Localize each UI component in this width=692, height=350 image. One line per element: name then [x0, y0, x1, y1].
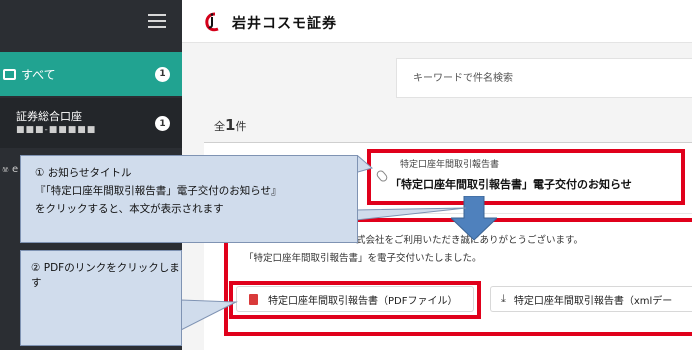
highlight-title	[367, 149, 685, 205]
arrow-down-icon	[451, 196, 497, 240]
inbox-icon	[3, 68, 16, 80]
search-input[interactable]	[396, 58, 692, 98]
sidebar-item-all[interactable]: すべて 1	[0, 52, 182, 96]
callout-text: をクリックすると、本文が表示されます	[35, 203, 224, 215]
brand-name: 岩井コスモ証券	[232, 16, 337, 32]
count-badge: 1	[155, 66, 170, 82]
callout-step1: ① お知らせタイトル 『「特定口座年間取引報告書」電子交付のお知らせ』 をクリッ…	[20, 155, 358, 243]
callout-text: ① お知らせタイトル	[35, 167, 132, 179]
sidebar-item-account[interactable]: 証券総合口座 ■■■-■■■■■ 1	[0, 98, 182, 148]
sidebar-item-label: すべて	[21, 67, 56, 82]
sidebar-item-label: 証券総合口座	[16, 110, 82, 123]
callout-text: ② PDFのリンクをクリックします	[31, 262, 180, 289]
highlight-pdf	[229, 281, 481, 319]
count-value: 1	[225, 116, 236, 134]
count-prefix: 全	[214, 120, 225, 133]
callout-step2: ② PDFのリンクをクリックします	[20, 250, 182, 346]
brand-logo-icon	[205, 12, 219, 32]
menu-icon[interactable]	[148, 12, 168, 30]
sidebar-link[interactable]: ෂ e	[2, 164, 18, 175]
count-suffix: 件	[235, 120, 247, 133]
header: 岩井コスモ証券	[182, 0, 692, 43]
callout-text: 『「特定口座年間取引報告書」電子交付のお知らせ』	[35, 185, 282, 197]
count-badge: 1	[155, 116, 170, 131]
account-number: ■■■-■■■■■	[16, 125, 97, 135]
result-count: 全1件	[214, 116, 246, 134]
